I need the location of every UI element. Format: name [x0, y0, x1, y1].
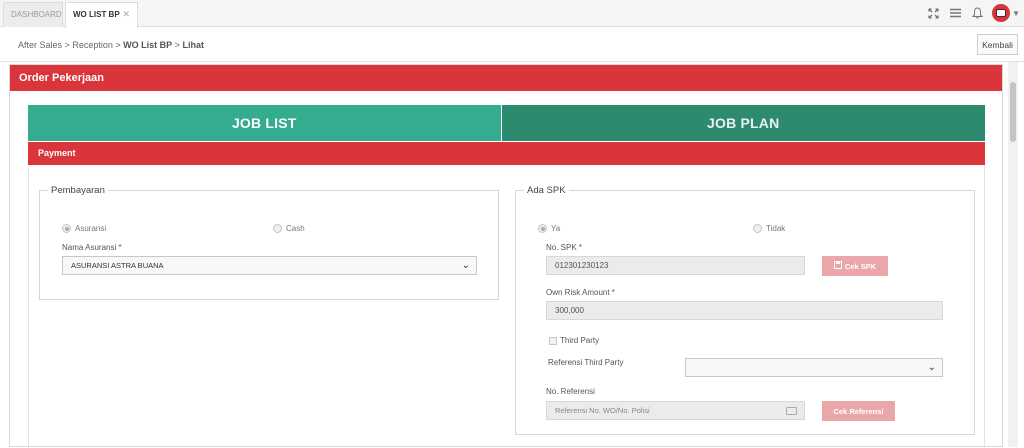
radio-asuransi[interactable]: Asuransi: [62, 224, 106, 233]
third-party-checkbox[interactable]: Third Party: [549, 336, 599, 345]
breadcrumb-item-wo-list-bp[interactable]: WO List BP: [123, 40, 172, 50]
checkbox-box: [549, 336, 557, 345]
referensi-third-party-select[interactable]: ⌄: [685, 358, 943, 377]
radio-dot: [753, 224, 762, 233]
chevron-down-icon[interactable]: ▼: [1012, 9, 1020, 18]
scrollbar[interactable]: [1008, 62, 1018, 447]
chevron-down-icon: ⌄: [461, 260, 470, 271]
cek-referensi-button[interactable]: Cek Referensi: [822, 401, 895, 421]
cek-spk-button[interactable]: Cek SPK: [822, 256, 888, 276]
tab-job-list[interactable]: JOB LIST: [28, 105, 501, 141]
nama-asuransi-select[interactable]: ASURANSI ASTRA BUANA ⌄: [62, 256, 477, 275]
no-spk-label: No. SPK *: [546, 243, 583, 252]
save-icon: [833, 261, 842, 271]
top-tab-bar: DASHBOARD WO LIST BP ✕ ▼: [0, 0, 1024, 28]
top-icons: ▼: [926, 3, 1020, 23]
payment-section-header: Payment: [28, 142, 985, 165]
order-pekerjaan-panel: Order Pekerjaan JOB LIST JOB PLAN Paymen…: [9, 64, 1003, 448]
radio-tidak-label: Tidak: [766, 224, 786, 233]
no-referensi-input[interactable]: Referensi No. WO/No. Polisi: [546, 401, 805, 420]
radio-cash[interactable]: Cash: [273, 224, 305, 233]
card-icon: [786, 407, 797, 415]
cek-spk-label: Cek SPK: [844, 261, 877, 271]
radio-cash-label: Cash: [286, 224, 305, 233]
breadcrumb-item-after-sales[interactable]: After Sales: [18, 40, 62, 50]
breadcrumb-item-reception[interactable]: Reception: [72, 40, 113, 50]
bell-icon[interactable]: [970, 6, 984, 20]
kembali-button[interactable]: Kembali: [977, 34, 1018, 55]
breadcrumb-separator: >: [174, 40, 180, 50]
payment-section-body: Pembayaran Asuransi Cash Nama Asuransi *…: [28, 165, 985, 448]
tab-wo-list-bp[interactable]: WO LIST BP ✕: [65, 2, 138, 28]
breadcrumb-separator: >: [64, 40, 70, 50]
menu-icon[interactable]: [948, 6, 962, 20]
own-risk-field[interactable]: 300,000: [546, 301, 943, 320]
radio-dot: [538, 224, 547, 233]
third-party-label: Third Party: [560, 336, 600, 345]
fullscreen-icon[interactable]: [926, 6, 940, 20]
radio-asuransi-label: Asuransi: [75, 224, 107, 233]
job-tabs: JOB LIST JOB PLAN: [28, 105, 985, 141]
nama-asuransi-value: ASURANSI ASTRA BUANA: [71, 261, 164, 270]
referensi-third-party-label: Referensi Third Party: [548, 358, 624, 367]
nama-asuransi-label: Nama Asuransi *: [62, 243, 122, 252]
avatar-icon[interactable]: [992, 4, 1011, 22]
pembayaran-legend: Pembayaran: [51, 185, 105, 196]
radio-ya[interactable]: Ya: [538, 224, 560, 233]
breadcrumb: After Sales > Reception > WO List BP > L…: [18, 40, 204, 50]
breadcrumb-separator: >: [115, 40, 121, 50]
radio-tidak[interactable]: Tidak: [753, 224, 785, 233]
own-risk-label: Own Risk Amount *: [546, 288, 615, 297]
panel-title: Order Pekerjaan: [10, 65, 1002, 91]
ada-spk-legend: Ada SPK: [527, 185, 566, 196]
radio-dot: [62, 224, 71, 233]
radio-ya-label: Ya: [551, 224, 561, 233]
no-referensi-label: No. Referensi: [546, 387, 595, 396]
chevron-down-icon: ⌄: [927, 362, 936, 373]
no-spk-field[interactable]: 012301230123: [546, 256, 805, 275]
radio-dot: [273, 224, 282, 233]
tab-label: WO LIST BP: [73, 10, 120, 19]
breadcrumb-item-lihat: Lihat: [182, 40, 204, 50]
no-referensi-placeholder: Referensi No. WO/No. Polisi: [555, 406, 650, 415]
tab-dashboard[interactable]: DASHBOARD: [3, 2, 63, 27]
close-icon[interactable]: ✕: [122, 3, 130, 26]
scrollbar-thumb[interactable]: [1010, 82, 1016, 142]
tab-job-plan[interactable]: JOB PLAN: [501, 105, 985, 141]
